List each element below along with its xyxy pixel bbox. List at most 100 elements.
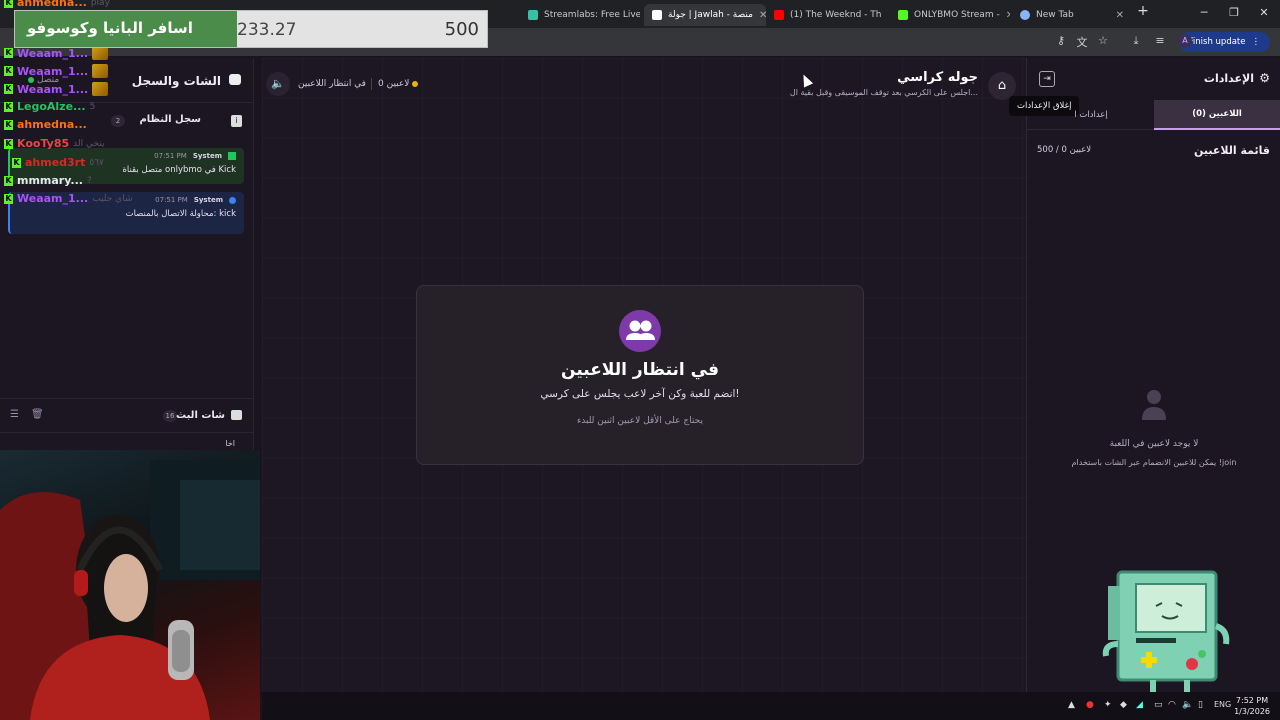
profile-avatar[interactable]: A	[1178, 34, 1192, 48]
info-icon	[229, 196, 236, 204]
tab-kick[interactable]: ONLYBMO Stream - ✕	[890, 4, 1010, 26]
players-status: 0 لاعبين	[378, 79, 419, 89]
tab-game-settings[interactable]: إعدادات ا	[1027, 100, 1155, 130]
overlay-chat-row: K Weaam_1...	[4, 64, 109, 78]
download-icon[interactable]: ⤓	[1128, 34, 1144, 48]
overlay-chat-message: 5	[89, 101, 96, 112]
tab-youtube[interactable]: (1) The Weeknd - Th ✕	[766, 4, 888, 26]
game-status: في انتظار اللاعبين	[298, 79, 366, 89]
log-time: 07:51 PM	[154, 152, 187, 160]
app-tray-icon[interactable]: ✦	[1104, 700, 1112, 710]
chat-bubble-icon	[229, 74, 241, 85]
log-sender: System	[192, 152, 222, 160]
finish-update-button[interactable]: Finish update ⋮	[1178, 32, 1270, 52]
system-clock[interactable]: 7:52 PM 1/3/2026	[1234, 695, 1270, 717]
chat-message: اخا	[225, 439, 235, 448]
tab-players[interactable]: اللاعبين (0)	[1154, 100, 1280, 130]
webcam-feed	[0, 450, 260, 720]
close-tab-icon[interactable]: ✕	[759, 10, 766, 21]
tab-title: New Tab	[1036, 10, 1074, 20]
status-dot-icon	[412, 81, 419, 87]
trash-icon[interactable]: 🗑	[31, 409, 44, 420]
tab-title: ONLYBMO Stream -	[914, 10, 1000, 20]
sound-toggle-button[interactable]: 🔈	[266, 72, 290, 96]
overlay-chat-message: play	[90, 0, 110, 8]
password-key-icon[interactable]: ⚷	[1053, 34, 1069, 47]
overlay-chat-username: KooTy85	[17, 137, 70, 150]
overlay-chat-row: Kahmedna...	[4, 118, 87, 131]
info-icon: i	[231, 115, 242, 127]
overlay-chat-username: ahmedna...	[17, 0, 87, 9]
emote-icon	[92, 46, 109, 60]
kebab-menu-icon: ⋮	[1251, 37, 1261, 47]
clock-time: 7:52 PM	[1235, 696, 1269, 705]
kick-badge-icon: K	[4, 175, 13, 186]
overlay-chat-username: Weaam_1...	[17, 46, 89, 60]
streamlabs-favicon-icon	[528, 10, 538, 20]
goal-current: 233.27	[237, 20, 297, 40]
kick-badge-icon: K	[4, 119, 13, 130]
overlay-chat-username: Weaam_1...	[17, 82, 89, 96]
tab-new[interactable]: New Tab ✕	[1012, 4, 1132, 26]
taskbar: ▲ ● ✦ ◆ ◢ ▭ ◠ 🔈 ▯ ENG 7:52 PM 1/3/2026	[262, 692, 1280, 720]
input-language[interactable]: ENG	[1214, 700, 1231, 709]
volume-icon[interactable]: 🔈	[1182, 700, 1193, 710]
chrome-favicon-icon	[1020, 10, 1030, 20]
tab-jawlah[interactable]: جولة | Jawlah - منصة ✕	[644, 4, 766, 26]
close-window-button[interactable]: ✕	[1254, 6, 1274, 19]
kick-badge-icon: K	[4, 138, 13, 149]
tab-title: جولة | Jawlah - منصة	[668, 10, 753, 20]
tab-streamlabs[interactable]: Streamlabs: Free Live ✕	[520, 4, 640, 26]
bmo-mascot	[1102, 570, 1230, 694]
app-tray-icon[interactable]: ◢	[1136, 700, 1143, 710]
new-tab-button[interactable]: +	[1133, 3, 1153, 19]
app-tray-icon[interactable]: ▲	[1068, 700, 1075, 710]
log-sender: System	[193, 196, 223, 204]
overlay-chat-message: يتخي الد	[73, 138, 105, 149]
app-tray-icon[interactable]: ●	[1086, 700, 1094, 710]
tab-title: Streamlabs: Free Live	[544, 10, 640, 20]
overlay-chat-message: ٥٦٧	[89, 157, 104, 168]
chat-log-panel: الشات والسجل متصل i سجل النظام 2 07:51 P…	[0, 58, 254, 450]
translate-icon[interactable]: 文	[1074, 34, 1090, 50]
jawlah-favicon-icon	[652, 10, 662, 20]
goal-title: اسافر البانيا وكوسوفو	[27, 19, 193, 37]
divider	[0, 432, 253, 433]
network-icon[interactable]: ▭	[1154, 700, 1163, 710]
system-log-title[interactable]: سجل النظام	[139, 114, 201, 125]
game-title: جوله كراسي	[897, 70, 978, 85]
minimize-button[interactable]: ─	[1194, 6, 1214, 19]
overlay-chat-row: Kahmedna... play	[4, 0, 110, 9]
stream-chat-title[interactable]: شات البث	[176, 410, 225, 421]
overlay-chat-username: ahmedna...	[17, 118, 87, 131]
users-icon	[619, 310, 661, 352]
log-time: 07:51 PM	[155, 196, 188, 204]
divider	[0, 398, 253, 399]
overlay-chat-row: K Weaam_1...	[4, 46, 109, 60]
overlay-chat-row: K KooTy85 يتخي الد	[4, 137, 104, 150]
media-control-icon[interactable]: ≡	[1152, 34, 1168, 47]
overlay-chat-username: Weaam_1...	[17, 64, 89, 78]
close-tab-icon[interactable]: ✕	[1006, 10, 1010, 21]
list-icon[interactable]: ☰	[10, 409, 19, 420]
emote-icon	[92, 82, 109, 96]
kick-badge-icon: K	[12, 157, 21, 168]
close-settings-button[interactable]: ⇥	[1039, 71, 1055, 87]
settings-title: الإعدادات	[1203, 72, 1254, 85]
overlay-chat-row: K LegoAlze... 5	[4, 100, 95, 113]
restore-button[interactable]: ❐	[1224, 6, 1244, 19]
battery-icon[interactable]: ▯	[1198, 700, 1203, 710]
app-tray-icon[interactable]: ◆	[1120, 700, 1127, 710]
gear-icon: ⚙	[1259, 71, 1270, 85]
players-count-label: 0 لاعبين	[378, 79, 410, 89]
overlay-chat-row: K Weaam_1... شاي حليب	[4, 192, 133, 205]
divider	[371, 78, 372, 90]
bookmark-star-icon[interactable]: ☆	[1095, 34, 1111, 47]
game-main-area: 🔈 في انتظار اللاعبين 0 لاعبين جوله كراسي…	[262, 58, 1026, 692]
goal-bar-overlay: اسافر البانيا وكوسوفو 233.27 500	[14, 10, 488, 48]
close-tab-icon[interactable]: ✕	[887, 10, 888, 21]
wifi-icon[interactable]: ◠	[1168, 700, 1176, 710]
waiting-heading: في انتظار اللاعبين	[561, 360, 719, 380]
close-tab-icon[interactable]: ✕	[1116, 10, 1124, 21]
overlay-chat-username: LegoAlze...	[17, 100, 86, 113]
